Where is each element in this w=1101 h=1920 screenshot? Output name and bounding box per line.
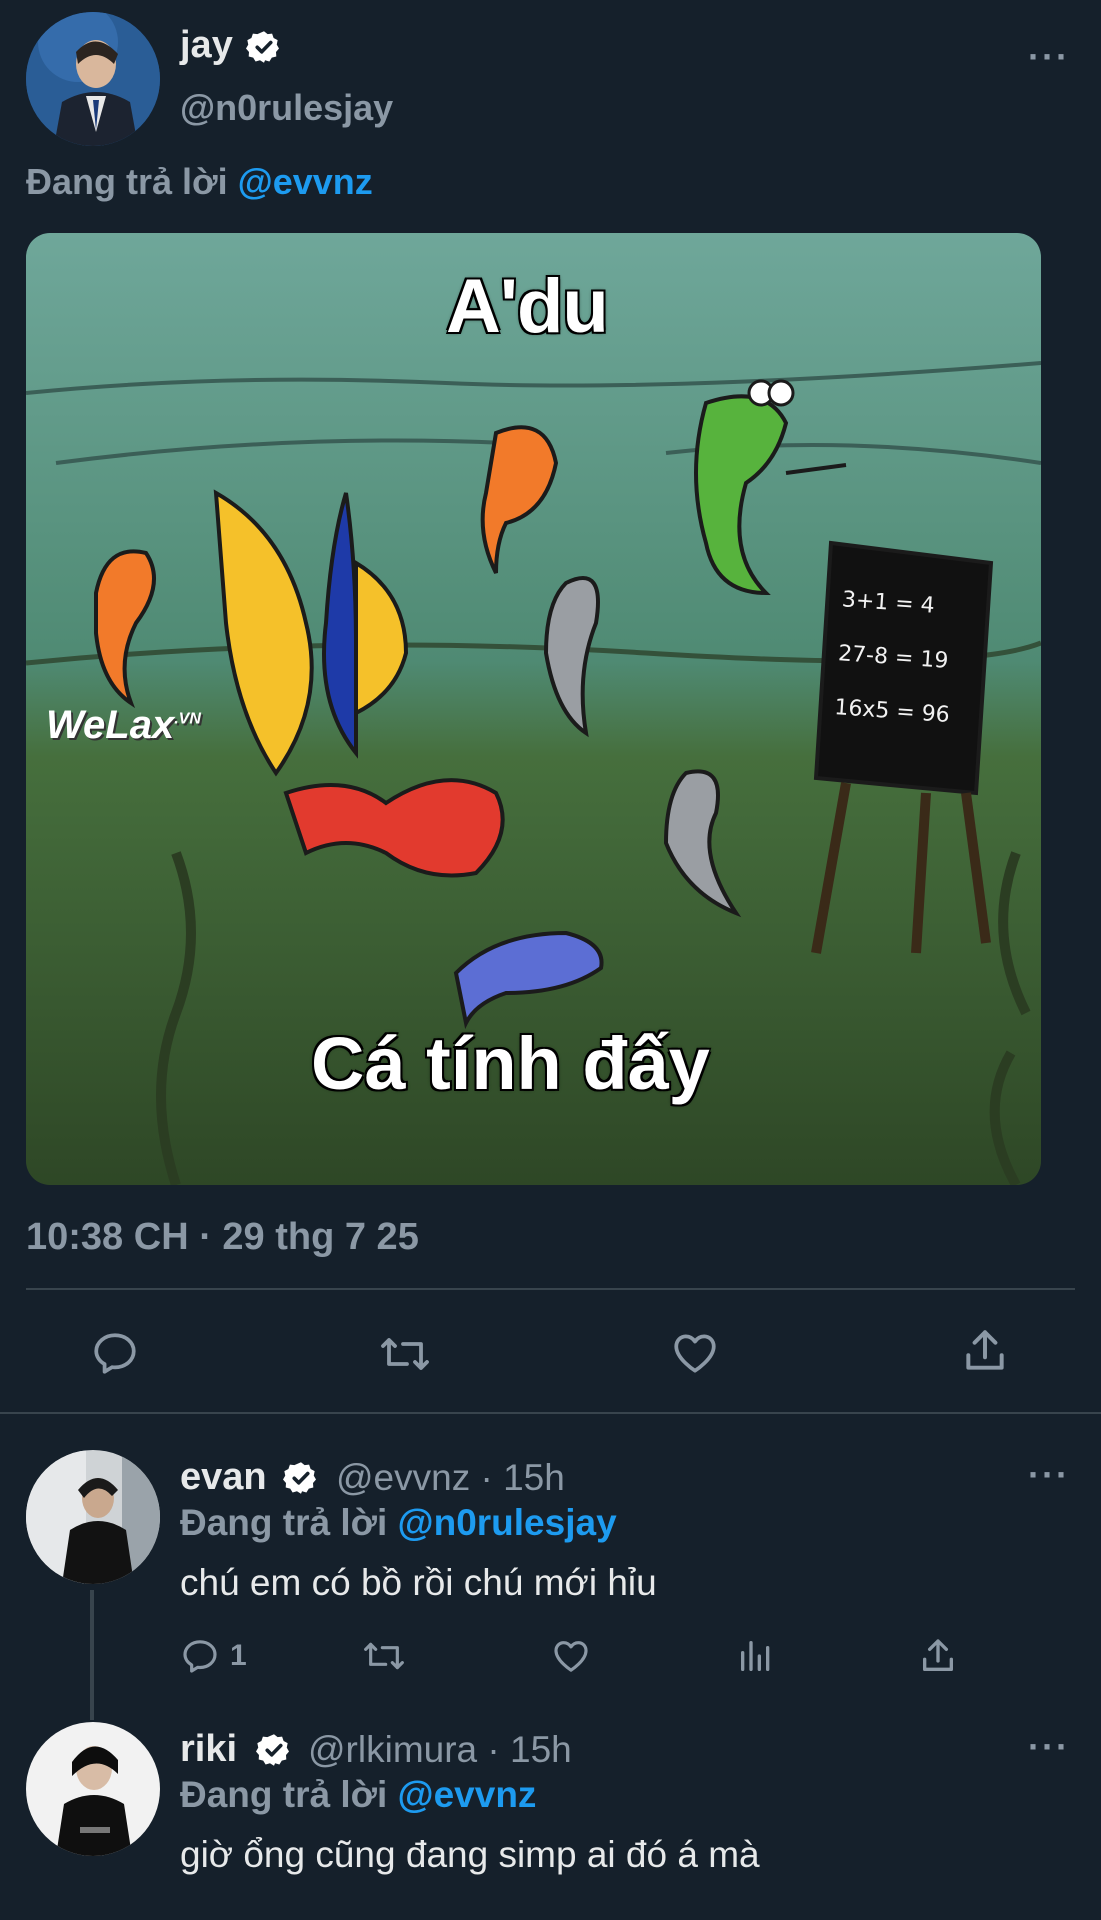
more-options-icon[interactable]: ··· [1028,1726,1070,1768]
replying-to-link[interactable]: @evvnz [238,161,373,202]
avatar[interactable] [26,12,160,146]
watermark-sup: .VN [174,710,201,728]
author-name[interactable]: riki [180,1726,237,1772]
retweet-icon[interactable] [362,1636,406,1676]
more-options-icon[interactable]: ··· [1028,1454,1070,1496]
board-line: 16x5 = 96 [833,695,951,729]
board-line: 3+1 = 4 [841,587,936,619]
replying-prefix: Đang trả lời [180,1774,388,1815]
verified-badge-icon [283,1460,319,1496]
reply-time[interactable]: · 15h [487,1729,571,1770]
meme-watermark: WeLax.VN [46,703,201,748]
replying-prefix: Đang trả lời [26,161,228,202]
share-icon[interactable] [960,1326,1010,1376]
more-options-icon[interactable]: ··· [1028,36,1070,78]
divider [26,1288,1075,1290]
reply-icon [180,1636,220,1676]
reply-text: giờ ổng cũng đang simp ai đó á mà [180,1834,760,1875]
replying-to-line: Đang trả lời @evvnz [180,1772,536,1818]
reply-count: 1 [230,1639,247,1672]
share-icon[interactable] [918,1636,958,1676]
author-name[interactable]: evan [180,1454,267,1500]
replying-to-line: Đang trả lời @evvnz [26,160,373,204]
author-handle: @evvnz · 15h [336,1455,565,1501]
replying-to-line: Đang trả lời @n0rulesjay [180,1500,617,1546]
avatar[interactable] [26,1450,160,1584]
meme-bottom-caption: Cá tính đấy [311,1022,710,1105]
author-name[interactable]: jay [180,22,233,68]
handle[interactable]: @evvnz [336,1457,470,1498]
reply-time[interactable]: · 15h [481,1457,565,1498]
views-icon[interactable] [736,1636,776,1676]
author-handle[interactable]: @n0rulesjay [180,86,393,130]
reply-text: chú em có bồ rồi chú mới hỉu [180,1562,657,1603]
avatar[interactable] [26,1722,160,1856]
chalkboard-text: 3+1 = 4 27-8 = 19 16x5 = 96 [833,573,984,744]
meme-top-caption: A'du [446,264,609,349]
reply-icon[interactable] [90,1328,140,1378]
watermark-text: WeLax [46,703,175,747]
board-line: 27-8 = 19 [837,641,950,674]
replying-to-link[interactable]: @evvnz [398,1774,537,1815]
thread-line [90,1590,94,1720]
replying-prefix: Đang trả lời [180,1502,388,1543]
tweet-image[interactable]: A'du Cá tính đấy WeLax.VN 3+1 = 4 27-8 =… [26,233,1041,1185]
replying-to-link[interactable]: @n0rulesjay [398,1502,617,1543]
reply-button[interactable]: 1 [180,1636,247,1676]
divider [0,1412,1101,1414]
like-icon[interactable] [551,1636,591,1676]
author-handle: @rlkimura · 15h [308,1727,572,1773]
handle[interactable]: @rlkimura [308,1729,477,1770]
retweet-icon[interactable] [378,1330,432,1378]
tweet-timestamp[interactable]: 10:38 CH · 29 thg 7 25 [26,1214,419,1260]
like-icon[interactable] [670,1328,720,1378]
verified-badge-icon [256,1732,292,1768]
verified-badge-icon [246,29,282,65]
